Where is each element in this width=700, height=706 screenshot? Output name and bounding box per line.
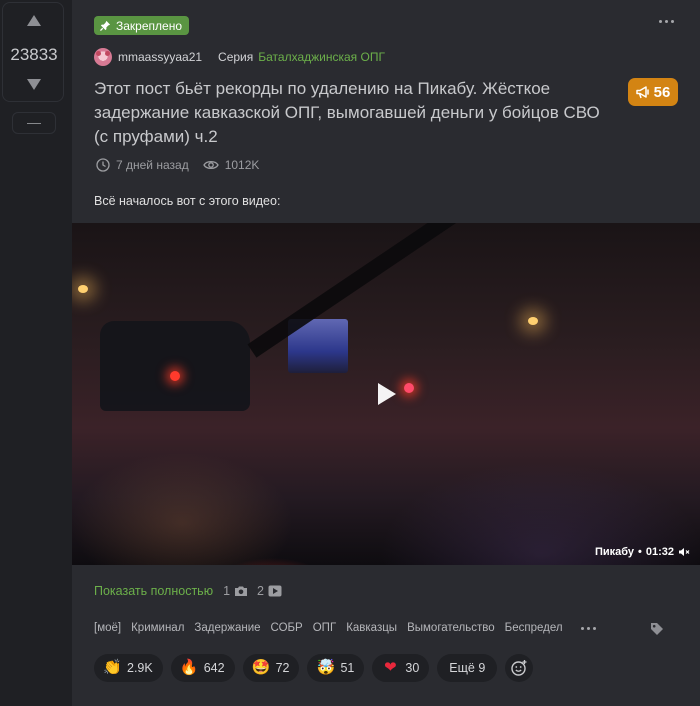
avatar[interactable]	[94, 48, 112, 66]
post-meta: 7 дней назад 1012K	[96, 158, 259, 172]
reaction-count: 51	[340, 661, 355, 675]
show-more-row: Показать полностью 1 2	[94, 584, 282, 598]
views-count: 1012K	[224, 158, 260, 172]
reaction-clap[interactable]: 👏 2.9K	[94, 654, 163, 682]
series-link[interactable]: Баталхаджинская ОПГ	[258, 50, 385, 64]
post-card: Закреплено mmaassyyaa21 Серия Баталхаджи…	[72, 0, 700, 706]
downvote-icon[interactable]	[27, 79, 41, 90]
clock-icon	[96, 158, 110, 172]
mute-icon[interactable]	[678, 547, 690, 557]
author-name[interactable]: mmaassyyaa21	[118, 50, 202, 64]
tags-row: [моё] Криминал Задержание СОБР ОПГ Кавка…	[94, 622, 596, 634]
reaction-mind-blown[interactable]: 🤯 51	[307, 654, 365, 682]
video-source: Пикабу	[594, 546, 634, 558]
reaction-count: 72	[275, 661, 290, 675]
post-time: 7 дней назад	[116, 158, 189, 172]
vote-count: 23833	[10, 45, 58, 64]
pinned-badge: Закреплено	[94, 16, 189, 35]
post-title[interactable]: Этот пост бьёт рекорды по удалению на Пи…	[94, 77, 604, 149]
show-more-link[interactable]: Показать полностью	[94, 584, 213, 598]
pin-icon	[100, 20, 111, 31]
reactions-row: 👏 2.9K 🔥 642 🤩 72 🤯 51 ❤ 30 Ещё 9	[94, 654, 534, 682]
tag-item[interactable]: Криминал	[131, 622, 184, 634]
video-frame-light	[404, 383, 414, 393]
reaction-star-eyes[interactable]: 🤩 72	[242, 654, 300, 682]
play-icon[interactable]	[378, 383, 396, 405]
video-duration: 01:32	[645, 546, 674, 558]
reaction-heart[interactable]: ❤ 30	[372, 654, 430, 682]
video-player[interactable]: Пикабу • 01:32	[72, 223, 700, 565]
video-frame-light	[78, 285, 88, 293]
more-options-icon[interactable]	[659, 20, 674, 23]
tag-item[interactable]: Задержание	[194, 622, 260, 634]
mind-blown-icon: 🤯	[316, 659, 336, 676]
reaction-count: 30	[405, 661, 420, 675]
reaction-count: 2.9K	[127, 661, 153, 675]
views: 1012K	[202, 158, 260, 172]
video-frame-car	[100, 321, 250, 411]
videos-count: 2	[257, 584, 264, 598]
tag-item[interactable]: Беспредел	[505, 622, 563, 634]
reaction-fire[interactable]: 🔥 642	[170, 654, 235, 682]
video-info: Пикабу • 01:32	[595, 546, 690, 558]
megaphone-icon	[635, 85, 649, 98]
tag-item[interactable]: Кавказцы	[346, 622, 397, 634]
eye-icon	[202, 160, 219, 170]
minus-button[interactable]: —	[12, 112, 56, 134]
star-eyes-icon: 🤩	[251, 659, 271, 676]
tag-item[interactable]: СОБР	[271, 622, 303, 634]
add-emoji-icon	[511, 660, 527, 676]
tag-icon[interactable]	[650, 622, 664, 636]
tag-item[interactable]: [моё]	[94, 622, 121, 634]
heart-icon: ❤	[384, 659, 397, 676]
more-reactions-button[interactable]: Ещё 9	[437, 654, 498, 682]
reaction-count: 642	[203, 661, 225, 675]
pinned-label: Закреплено	[116, 18, 182, 33]
comments-button[interactable]: 56	[628, 78, 678, 106]
intro-text: Всё началось вот с этого видео:	[94, 194, 281, 208]
video-separator: •	[638, 546, 642, 558]
camera-icon	[235, 586, 248, 596]
clap-icon: 👏	[103, 659, 122, 676]
vote-box: 23833	[2, 2, 64, 102]
tag-item[interactable]: ОПГ	[313, 622, 336, 634]
author-row: mmaassyyaa21 Серия Баталхаджинская ОПГ	[94, 48, 385, 66]
add-reaction-button[interactable]	[505, 654, 534, 682]
series-label: Серия	[218, 50, 254, 64]
photos-count: 1	[223, 584, 231, 598]
vote-sidebar: 23833 —	[0, 0, 70, 706]
upvote-icon[interactable]	[27, 15, 41, 26]
tag-item[interactable]: Вымогательство	[407, 622, 495, 634]
more-tags-icon[interactable]	[580, 626, 596, 630]
video-frame-light	[170, 371, 180, 381]
video-icon	[268, 585, 282, 597]
fire-icon: 🔥	[179, 659, 199, 676]
comments-count: 56	[653, 83, 671, 101]
video-frame-light	[528, 317, 538, 325]
